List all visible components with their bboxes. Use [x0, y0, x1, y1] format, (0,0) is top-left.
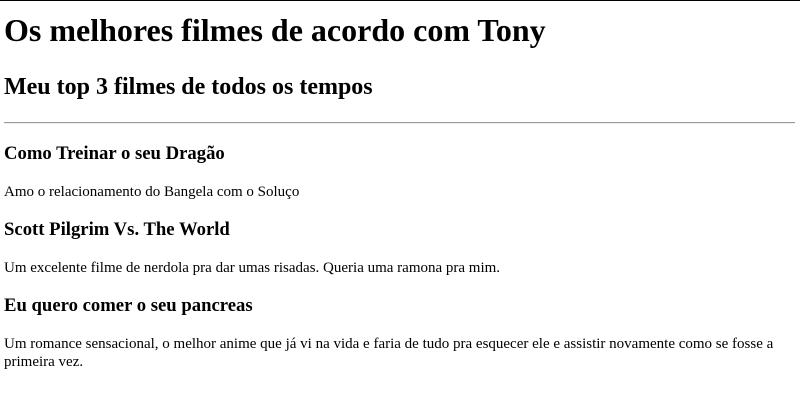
movie-description: Um romance sensacional, o melhor anime q…	[4, 336, 774, 370]
page-title: Os melhores filmes de acordo com Tony	[4, 12, 546, 48]
movie-title: Scott Pilgrim Vs. The World	[4, 219, 230, 240]
movie-description: Um excelente filme de nerdola pra dar um…	[4, 260, 501, 276]
movie-item: Eu quero comer o seu pancreas Um romance…	[4, 295, 792, 371]
movie-title: Como Treinar o seu Dragão	[4, 143, 225, 164]
section-divider	[4, 122, 795, 124]
movie-item: Como Treinar o seu Dragão Amo o relacion…	[4, 143, 792, 201]
movie-title: Eu quero comer o seu pancreas	[4, 295, 253, 316]
movie-description: Amo o relacionamento do Bangela com o So…	[4, 184, 300, 200]
movie-item: Scott Pilgrim Vs. The World Um excelente…	[4, 219, 792, 277]
page-content: Os melhores filmes de acordo com Tony Me…	[0, 0, 795, 371]
page-subtitle: Meu top 3 filmes de todos os tempos	[4, 74, 373, 100]
